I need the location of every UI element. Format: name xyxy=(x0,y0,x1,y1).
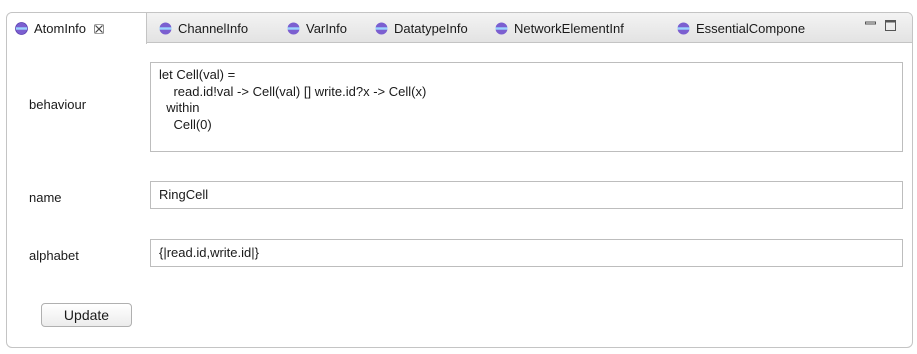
update-button[interactable]: Update xyxy=(41,303,132,327)
tab-atominfo[interactable]: AtomInfo xyxy=(7,13,147,44)
tab-essentialcompone[interactable]: EssentialCompone xyxy=(669,13,813,43)
element-icon xyxy=(375,22,388,34)
atominfo-view: AtomInfo ChannelInfo VarInfo DatatypeInf… xyxy=(6,12,913,348)
name-label: name xyxy=(29,190,62,205)
tab-networkelementinf[interactable]: NetworkElementInf xyxy=(487,13,632,43)
tab-label: DatatypeInfo xyxy=(394,20,468,36)
element-icon xyxy=(287,22,300,34)
name-field[interactable]: RingCell xyxy=(150,181,903,209)
element-icon xyxy=(15,22,28,35)
element-icon xyxy=(159,22,172,34)
tab-varinfo[interactable]: VarInfo xyxy=(279,13,355,43)
tab-label: EssentialCompone xyxy=(696,20,806,36)
alphabet-field[interactable]: {|read.id,write.id|} xyxy=(150,239,903,267)
close-icon[interactable] xyxy=(94,23,104,34)
element-icon xyxy=(495,22,508,34)
tab-channelinfo[interactable]: ChannelInfo xyxy=(151,13,256,43)
maximize-icon[interactable] xyxy=(884,19,897,32)
alphabet-label: alphabet xyxy=(29,248,79,263)
behaviour-field[interactable]: let Cell(val) = read.id!val -> Cell(val)… xyxy=(150,62,903,152)
behaviour-label: behaviour xyxy=(29,97,87,112)
tab-label: ChannelInfo xyxy=(178,20,249,36)
minimize-icon[interactable] xyxy=(864,19,877,32)
element-icon xyxy=(677,22,690,34)
tab-datatypeinfo[interactable]: DatatypeInfo xyxy=(367,13,476,43)
tab-label: NetworkElementInf xyxy=(514,20,624,36)
tab-bar: AtomInfo ChannelInfo VarInfo DatatypeInf… xyxy=(7,13,912,44)
tab-label: AtomInfo xyxy=(34,21,87,36)
tab-label: VarInfo xyxy=(306,20,347,36)
